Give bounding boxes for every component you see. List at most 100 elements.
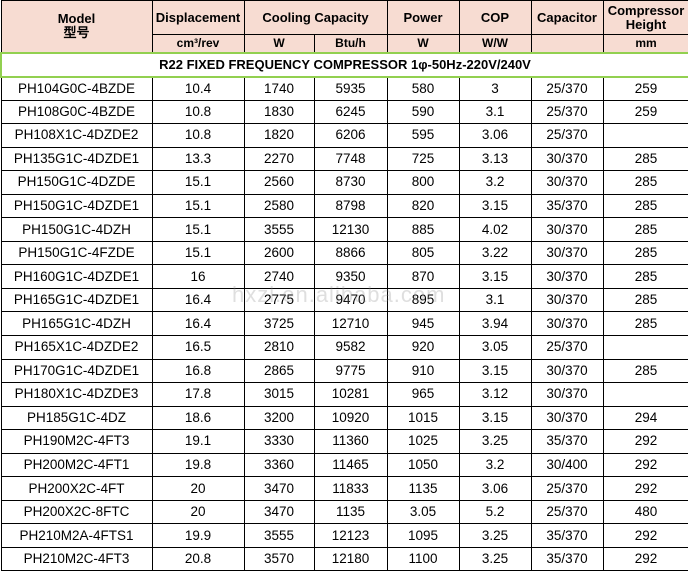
table-row: PH165X1C-4DZDE2 16.5 2810 9582 920 3.05 25/370: [0, 335, 688, 360]
cell-capacitor: 25/370: [530, 499, 604, 525]
cell-cooling-btu: 11360: [313, 429, 388, 454]
cell-cop: 3.12: [458, 382, 532, 407]
cell-power: 920: [386, 335, 460, 360]
cell-cooling-btu: 11833: [313, 476, 388, 501]
table-row: PH165G1C-4DZH 16.4 3725 12710 945 3.94 30/370 2…: [0, 311, 688, 337]
cell-height: 480: [602, 499, 688, 525]
cell-power: 1015: [386, 405, 460, 431]
cell-power: 1095: [386, 523, 460, 548]
cell-power: 3.05: [386, 499, 460, 525]
cell-capacitor: 25/370: [530, 476, 604, 501]
cell-power: 580: [386, 76, 460, 101]
header-model-label: Model: [57, 11, 96, 27]
header-model-cn-label: 型号: [63, 25, 90, 41]
cell-model: PH200X2C-8FTC: [0, 499, 153, 525]
cell-capacitor: 35/370: [530, 429, 604, 454]
cell-power: 945: [386, 311, 460, 337]
cell-model: PH108G0C-4BZDE: [0, 99, 153, 125]
cell-cooling-w: 3555: [243, 217, 315, 242]
table-row: PH150G1C-4FZDE 15.1 2600 8866 805 3.22 30/370 2…: [0, 240, 688, 266]
cell-capacitor: 30/370: [530, 287, 604, 313]
cell-displacement: 10.8: [151, 123, 245, 148]
compressor-spec-table: Model 型号 Displacement Cooling Capacity P…: [0, 0, 688, 572]
table-row: PH108X1C-4DZDE2 10.8 1820 6206 595 3.06 25/370: [0, 123, 688, 148]
cell-cop: 3.22: [458, 240, 532, 266]
cell-height: 292: [602, 476, 688, 501]
cell-displacement: 17.8: [151, 382, 245, 407]
cell-cooling-w: 3470: [243, 476, 315, 501]
cell-cop: 3: [458, 76, 532, 101]
section-row: R22 FIXED FREQUENCY COMPRESSOR 1φ-50Hz-2…: [0, 51, 688, 78]
cell-cooling-w: 3360: [243, 452, 315, 478]
cell-displacement: 16.5: [151, 335, 245, 360]
cell-cooling-w: 2560: [243, 170, 315, 195]
cell-cop: 3.05: [458, 335, 532, 360]
cell-displacement: 19.9: [151, 523, 245, 548]
cell-cooling-w: 2865: [243, 358, 315, 384]
cell-cooling-btu: 12180: [313, 546, 388, 572]
cell-cooling-btu: 8866: [313, 240, 388, 266]
table-row: PH108G0C-4BZDE 10.8 1830 6245 590 3.1 25/370 25…: [0, 99, 688, 125]
cell-cooling-w: 2600: [243, 240, 315, 266]
cell-cooling-btu: 9582: [313, 335, 388, 360]
unit-cooling-w: W: [243, 34, 315, 53]
cell-displacement: 15.1: [151, 193, 245, 219]
table-row: PH150G1C-4DZDE 15.1 2560 8730 800 3.2 30/370 28…: [0, 170, 688, 195]
table-row: PH200X2C-4FT 20 3470 11833 1135 3.06 25/370 292: [0, 476, 688, 501]
unit-capacitor: [530, 34, 604, 53]
cell-model: PH165X1C-4DZDE2: [0, 335, 153, 360]
cell-cop: 3.15: [458, 264, 532, 289]
cell-cop: 3.15: [458, 358, 532, 384]
cell-height: 285: [602, 217, 688, 242]
cell-cooling-btu: 1135: [313, 499, 388, 525]
cell-cop: 3.15: [458, 405, 532, 431]
cell-cooling-btu: 11465: [313, 452, 388, 478]
cell-model: PH190M2C-4FT3: [0, 429, 153, 454]
cell-model: PH150G1C-4DZDE: [0, 170, 153, 195]
cell-displacement: 18.6: [151, 405, 245, 431]
header-compressor-height: Compressor Height: [602, 0, 688, 35]
cell-cooling-btu: 9350: [313, 264, 388, 289]
cell-height: 285: [602, 358, 688, 384]
cell-cop: 3.1: [458, 287, 532, 313]
cell-cooling-btu: 12130: [313, 217, 388, 242]
cell-height: [602, 335, 688, 360]
cell-cop: 3.15: [458, 193, 532, 219]
cell-height: 285: [602, 287, 688, 313]
table-row: PH150G1C-4DZH 15.1 3555 12130 885 4.02 30/370 2…: [0, 217, 688, 242]
cell-cooling-btu: 10281: [313, 382, 388, 407]
table-row: PH185G1C-4DZ 18.6 3200 10920 1015 3.15 30/370 2…: [0, 405, 688, 431]
unit-power: W: [386, 34, 460, 53]
cell-capacitor: 30/370: [530, 170, 604, 195]
table-row: PH180X1C-4DZDE3 17.8 3015 10281 965 3.12 30/37…: [0, 382, 688, 407]
cell-capacitor: 35/370: [530, 523, 604, 548]
cell-displacement: 15.1: [151, 217, 245, 242]
cell-power: 910: [386, 358, 460, 384]
cell-power: 1050: [386, 452, 460, 478]
cell-displacement: 15.1: [151, 170, 245, 195]
cell-power: 590: [386, 99, 460, 125]
cell-model: PH160G1C-4DZDE1: [0, 264, 153, 289]
cell-model: PH185G1C-4DZ: [0, 405, 153, 431]
cell-power: 595: [386, 123, 460, 148]
cell-displacement: 16.4: [151, 311, 245, 337]
cell-cooling-w: 2740: [243, 264, 315, 289]
cell-capacitor: 30/370: [530, 146, 604, 172]
cell-displacement: 20: [151, 476, 245, 501]
cell-power: 1100: [386, 546, 460, 572]
cell-cooling-btu: 10920: [313, 405, 388, 431]
cell-model: PH180X1C-4DZDE3: [0, 382, 153, 407]
cell-model: PH170G1C-4DZDE1: [0, 358, 153, 384]
cell-cooling-btu: 9470: [313, 287, 388, 313]
cell-displacement: 20: [151, 499, 245, 525]
cell-cop: 4.02: [458, 217, 532, 242]
cell-cop: 3.06: [458, 123, 532, 148]
cell-cooling-w: 3015: [243, 382, 315, 407]
cell-model: PH200M2C-4FT1: [0, 452, 153, 478]
cell-cooling-w: 3570: [243, 546, 315, 572]
cell-cooling-w: 1740: [243, 76, 315, 101]
cell-displacement: 16: [151, 264, 245, 289]
cell-cop: 3.25: [458, 546, 532, 572]
cell-capacitor: 30/370: [530, 382, 604, 407]
cell-displacement: 10.8: [151, 99, 245, 125]
